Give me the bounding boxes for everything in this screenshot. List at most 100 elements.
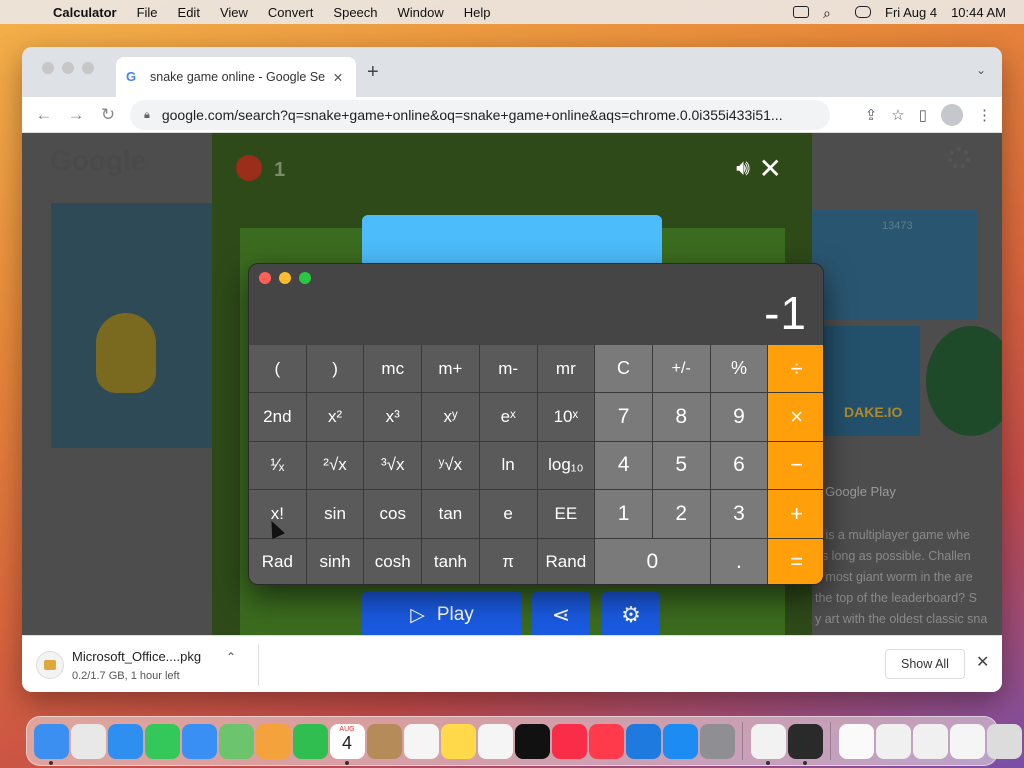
tab-search-chevron-icon[interactable]: ⌄ bbox=[976, 63, 986, 77]
safari-icon[interactable] bbox=[107, 723, 143, 759]
app-store-icon[interactable] bbox=[662, 723, 698, 759]
key-e[interactable]: e bbox=[479, 490, 537, 538]
key-x-to-y[interactable]: xʸ bbox=[422, 393, 479, 441]
key-sign[interactable]: +/- bbox=[652, 345, 710, 393]
key-reciprocal[interactable]: ¹⁄ₓ bbox=[249, 441, 306, 490]
key-sin[interactable]: sin bbox=[306, 490, 364, 538]
menu-time[interactable]: 10:44 AM bbox=[951, 5, 1006, 20]
key-ten-to-x[interactable]: 10ˣ bbox=[537, 393, 595, 441]
tab-close-icon[interactable]: ✕ bbox=[330, 70, 346, 85]
key-equals[interactable]: = bbox=[768, 538, 823, 584]
keynote-icon[interactable] bbox=[625, 723, 661, 759]
key-sinh[interactable]: sinh bbox=[306, 538, 364, 584]
google-play-link[interactable]: Google Play bbox=[825, 484, 896, 499]
close-downloads-icon[interactable]: ✕ bbox=[976, 652, 989, 672]
finder-icon[interactable] bbox=[33, 723, 69, 765]
result-image-left[interactable] bbox=[51, 203, 221, 448]
key-3[interactable]: 3 bbox=[710, 490, 768, 538]
tv-icon[interactable] bbox=[514, 723, 550, 759]
menu-speech[interactable]: Speech bbox=[333, 5, 377, 20]
forward-button[interactable]: → bbox=[60, 105, 92, 125]
key-m-minus[interactable]: m- bbox=[479, 345, 537, 393]
share-game-button[interactable]: ⋖ bbox=[532, 591, 590, 635]
menu-app-name[interactable]: Calculator bbox=[53, 5, 117, 20]
key-clear[interactable]: C bbox=[595, 345, 652, 393]
key-1[interactable]: 1 bbox=[595, 490, 652, 538]
key-subtract[interactable]: − bbox=[768, 441, 823, 490]
settings-gear-icon[interactable] bbox=[948, 147, 970, 169]
search-icon[interactable]: ⌕ bbox=[823, 5, 841, 21]
key-add[interactable]: + bbox=[768, 490, 823, 538]
calendar-icon[interactable]: AUG 4 bbox=[329, 723, 365, 765]
reminders-icon[interactable] bbox=[403, 723, 439, 759]
maps-icon[interactable] bbox=[218, 723, 254, 759]
key-ee[interactable]: EE bbox=[537, 490, 595, 538]
calc-close-button[interactable] bbox=[259, 272, 271, 284]
back-button[interactable]: ← bbox=[28, 105, 60, 125]
menu-view[interactable]: View bbox=[220, 5, 248, 20]
key-e-to-x[interactable]: eˣ bbox=[479, 393, 537, 441]
play-button[interactable]: ▷ Play bbox=[362, 591, 522, 635]
calc-minimize-button[interactable] bbox=[279, 272, 291, 284]
result-image-slither[interactable]: 13473 bbox=[812, 210, 977, 320]
contacts-icon[interactable] bbox=[366, 723, 402, 759]
menu-file[interactable]: File bbox=[137, 5, 158, 20]
key-rand[interactable]: Rand bbox=[537, 538, 595, 584]
music-icon[interactable] bbox=[551, 723, 587, 759]
result-image-dakeio[interactable]: DAKE.IO bbox=[822, 326, 920, 436]
menu-help[interactable]: Help bbox=[464, 5, 491, 20]
key-x-squared[interactable]: x² bbox=[306, 393, 364, 441]
key-8[interactable]: 8 bbox=[652, 393, 710, 441]
key-multiply[interactable]: × bbox=[768, 393, 823, 441]
calculator-icon[interactable] bbox=[787, 723, 823, 765]
control-center-icon[interactable] bbox=[855, 6, 872, 18]
google-logo[interactable]: Google bbox=[50, 145, 146, 177]
key-tanh[interactable]: tanh bbox=[422, 538, 479, 584]
mail-icon[interactable] bbox=[181, 723, 217, 759]
folder-preview-icon[interactable] bbox=[875, 723, 911, 759]
share-icon[interactable]: ⇪ bbox=[865, 106, 878, 124]
launchpad-icon[interactable] bbox=[70, 723, 106, 759]
system-settings-icon[interactable] bbox=[699, 723, 735, 759]
calc-zoom-button[interactable] bbox=[299, 272, 311, 284]
key-2[interactable]: 2 bbox=[652, 490, 710, 538]
chrome-icon[interactable] bbox=[750, 723, 786, 765]
key-mc[interactable]: mc bbox=[364, 345, 422, 393]
key-percent[interactable]: % bbox=[710, 345, 768, 393]
menu-window[interactable]: Window bbox=[398, 5, 444, 20]
key-cos[interactable]: cos bbox=[364, 490, 422, 538]
key-open-paren[interactable]: ( bbox=[249, 345, 306, 393]
key-4[interactable]: 4 bbox=[595, 441, 652, 490]
key-ln[interactable]: ln bbox=[479, 441, 537, 490]
key-x-cubed[interactable]: x³ bbox=[364, 393, 422, 441]
facetime-icon[interactable] bbox=[292, 723, 328, 759]
key-tan[interactable]: tan bbox=[422, 490, 479, 538]
key-cosh[interactable]: cosh bbox=[364, 538, 422, 584]
photos-icon[interactable] bbox=[255, 723, 291, 759]
key-log10[interactable]: log₁₀ bbox=[537, 441, 595, 490]
side-panel-icon[interactable]: ▯ bbox=[919, 106, 927, 124]
key-0[interactable]: 0 bbox=[595, 538, 710, 584]
download-options-chevron-icon[interactable]: ⌃ bbox=[226, 650, 236, 664]
minimize-window-button[interactable] bbox=[62, 62, 74, 74]
menu-edit[interactable]: Edit bbox=[178, 5, 200, 20]
window-preview-icon[interactable] bbox=[949, 723, 985, 759]
game-settings-button[interactable]: ⚙︎ bbox=[602, 591, 660, 635]
sound-toggle-icon[interactable]: 🔊︎ bbox=[736, 155, 750, 181]
tab-active[interactable]: G snake game online - Google Se ✕ bbox=[116, 57, 356, 97]
key-rad[interactable]: Rad bbox=[249, 538, 306, 584]
reload-button[interactable]: ↻ bbox=[92, 105, 124, 125]
show-all-button[interactable]: Show All bbox=[885, 649, 965, 679]
key-second[interactable]: 2nd bbox=[249, 393, 306, 441]
freeform-icon[interactable] bbox=[477, 723, 513, 759]
key-m-plus[interactable]: m+ bbox=[422, 345, 479, 393]
trash-icon[interactable] bbox=[986, 723, 1022, 759]
stage-manager-icon[interactable] bbox=[793, 6, 810, 18]
key-pi[interactable]: π bbox=[479, 538, 537, 584]
lock-icon[interactable]: 🔒︎ bbox=[144, 109, 150, 122]
address-bar[interactable]: 🔒︎ google.com/search?q=snake+game+online… bbox=[130, 100, 830, 130]
result-video-thumbnail[interactable] bbox=[926, 326, 1002, 436]
key-7[interactable]: 7 bbox=[595, 393, 652, 441]
close-game-icon[interactable]: ✕ bbox=[759, 152, 782, 185]
screenshot-icon[interactable] bbox=[912, 723, 948, 759]
